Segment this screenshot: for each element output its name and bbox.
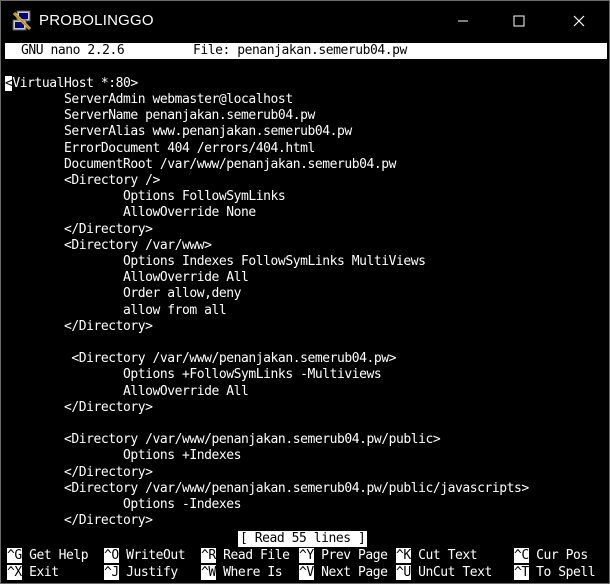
editor-line[interactable]: Options +FollowSymLinks -Multiviews [5, 367, 382, 383]
shortcut-key: ^T [514, 565, 529, 580]
shortcut-key: ^R [201, 548, 216, 563]
shortcut-key: ^G [7, 548, 22, 563]
shortcut-item[interactable]: ^X Exit [7, 565, 59, 581]
shortcut-item[interactable]: ^T To Spell [514, 565, 596, 581]
shortcut-item[interactable]: ^Y Prev Page [299, 548, 388, 564]
shortcut-label: Read File [223, 548, 290, 563]
editor-line[interactable]: <Directory /var/www> [5, 238, 212, 254]
shortcut-item[interactable]: ^G Get Help [7, 548, 89, 564]
shortcut-key: ^U [396, 565, 411, 580]
editor-line[interactable]: ServerAdmin webmaster@localhost [5, 92, 293, 108]
close-icon [573, 15, 585, 27]
editor-line[interactable]: </Directory> [5, 513, 153, 529]
shortcut-key: ^C [514, 548, 529, 563]
editor-line[interactable]: Order allow,deny [5, 286, 241, 302]
shortcut-label: Cur Pos [536, 548, 588, 563]
editor-line[interactable]: </Directory> [5, 465, 153, 481]
shortcut-label: UnCut Text [418, 565, 492, 580]
maximize-button[interactable] [491, 1, 547, 41]
shortcut-label: Cut Text [418, 548, 478, 563]
shortcut-item[interactable]: ^K Cut Text [396, 548, 478, 564]
editor-line[interactable]: allow from all [5, 303, 227, 319]
editor-line[interactable]: </Directory> [5, 222, 153, 238]
editor-line[interactable]: <Directory /> [5, 173, 160, 189]
editor-line[interactable]: <Directory /var/www/penanjakan.semerub04… [5, 351, 396, 367]
shortcut-key: ^K [396, 548, 411, 563]
editor-line[interactable]: Options -Indexes [5, 497, 241, 513]
shortcut-label: Where Is [223, 565, 283, 580]
editor-line[interactable]: AllowOverride All [5, 270, 249, 286]
maximize-icon [513, 15, 525, 27]
editor-line[interactable]: </Directory> [5, 319, 153, 335]
shortcut-label: To Spell [536, 565, 596, 580]
shortcut-item[interactable]: ^V Next Page [299, 565, 388, 581]
shortcut-item[interactable]: ^U UnCut Text [396, 565, 492, 581]
editor-line[interactable]: Options +Indexes [5, 448, 241, 464]
window-title: PROBOLINGGO [39, 12, 154, 29]
status-message: [ Read 55 lines ] [238, 531, 368, 547]
terminal-window: PROBOLINGGO GNU nano 2.2.6 File: penanja… [0, 0, 610, 584]
shortcut-label: WriteOut [126, 548, 186, 563]
shortcut-key: ^Y [299, 548, 314, 563]
editor-line[interactable]: Options FollowSymLinks [5, 189, 286, 205]
nano-version: GNU nano 2.2.6 [21, 43, 125, 58]
minimize-button[interactable] [435, 1, 491, 41]
editor-line[interactable]: ErrorDocument 404 /errors/404.html [5, 141, 315, 157]
terminal-area[interactable]: GNU nano 2.2.6 File: penanjakan.semerub0… [5, 41, 607, 582]
shortcut-label: Justify [126, 565, 178, 580]
shortcut-item[interactable]: ^O WriteOut [104, 548, 186, 564]
shortcut-label: Get Help [29, 548, 89, 563]
shortcut-item[interactable]: ^C Cur Pos [514, 548, 588, 564]
editor-line[interactable]: <Directory /var/www/penanjakan.semerub04… [5, 481, 529, 497]
close-button[interactable] [551, 1, 607, 41]
shortcut-key: ^O [104, 548, 119, 563]
shortcut-label: Prev Page [321, 548, 388, 563]
editor-line[interactable]: AllowOverride None [5, 205, 256, 221]
shortcut-item[interactable]: ^R Read File [201, 548, 290, 564]
shortcut-label: Exit [29, 565, 59, 580]
shortcut-key: ^W [201, 565, 216, 580]
shortcut-key: ^X [7, 565, 22, 580]
editor-line[interactable]: AllowOverride All [5, 384, 249, 400]
title-bar[interactable]: PROBOLINGGO [1, 1, 609, 41]
editor-line[interactable]: <Directory /var/www/penanjakan.semerub04… [5, 432, 441, 448]
shortcut-label: Next Page [321, 565, 388, 580]
nano-header: GNU nano 2.2.6 File: penanjakan.semerub0… [5, 43, 607, 59]
shortcut-item[interactable]: ^J Justify [104, 565, 178, 581]
nano-file-label: File: penanjakan.semerub04.pw [193, 43, 407, 58]
shortcut-key: ^V [299, 565, 314, 580]
editor-line-text: VirtualHost *:80> [12, 76, 138, 91]
editor-line[interactable]: ServerName penanjakan.semerub04.pw [5, 108, 315, 124]
shortcut-key: ^J [104, 565, 119, 580]
editor-line[interactable]: <VirtualHost *:80> [5, 76, 138, 92]
putty-icon[interactable] [11, 10, 33, 32]
editor-line[interactable]: DocumentRoot /var/www/penanjakan.semerub… [5, 157, 396, 173]
shortcut-item[interactable]: ^W Where Is [201, 565, 283, 581]
editor-line[interactable]: Options Indexes FollowSymLinks MultiView… [5, 254, 426, 270]
editor-line[interactable]: ServerAlias www.penanjakan.semerub04.pw [5, 124, 352, 140]
editor-line[interactable]: </Directory> [5, 400, 153, 416]
minimize-icon [458, 20, 468, 22]
